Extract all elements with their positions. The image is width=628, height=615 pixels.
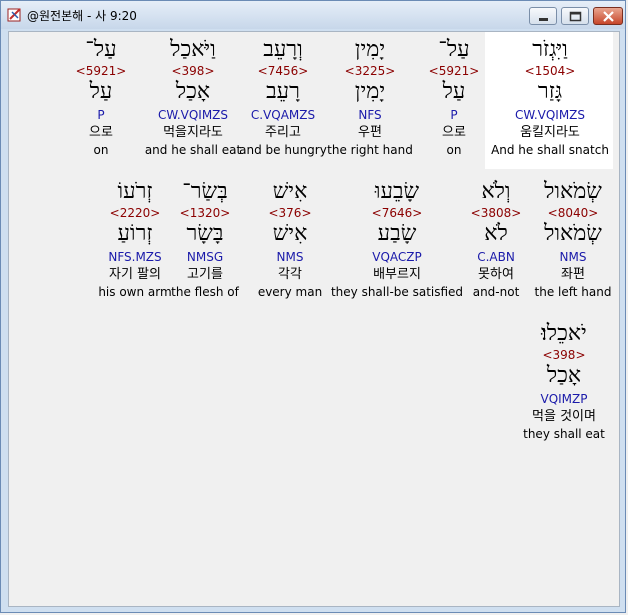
korean-gloss: 으로: [89, 125, 113, 140]
english-gloss: his own arm: [98, 285, 172, 299]
title-bar[interactable]: @원전본해 - 사 9:20: [1, 1, 625, 29]
english-gloss: on: [93, 143, 109, 157]
hebrew-word: זְרֹעוֹ: [117, 179, 153, 204]
minimize-icon: [539, 18, 548, 21]
morph-code: VQIMZP: [540, 392, 588, 406]
maximize-icon: [569, 11, 582, 22]
word-cell[interactable]: יֹאכֵלוּ׃ <398> אָכַל VQIMZP 먹을 것이며 they shal…: [494, 321, 619, 442]
lemma-word: אָכַל: [546, 363, 582, 388]
interlinear-panel[interactable]: וַיִּגְזֹר <1504> גָּזַר CW.VQIMZS 움킬지라도 And …: [8, 31, 620, 607]
english-gloss: they shall eat: [523, 427, 605, 441]
maximize-button[interactable]: [561, 7, 589, 25]
word-cell[interactable]: עַל־ <5921> עַל P 으로 on: [31, 37, 171, 158]
strong-number: <398>: [542, 348, 586, 362]
strong-number: <5921>: [75, 64, 127, 78]
lemma-word: זְרוֹעַ: [117, 221, 153, 246]
word-cell[interactable]: זְרֹעוֹ <2220> זְרוֹעַ NFS.MZS 자기 팔의 his own …: [65, 179, 205, 300]
korean-gloss: 자기 팔의: [109, 267, 161, 282]
minimize-button[interactable]: [529, 7, 557, 25]
app-window: @원전본해 - 사 9:20 וַיִּגְזֹר <1504> גָּזַר CW.…: [0, 0, 626, 613]
close-icon: [603, 11, 614, 22]
korean-gloss: 먹을 것이며: [532, 409, 596, 424]
morph-code: NFS.MZS: [108, 250, 162, 264]
morph-code: P: [97, 108, 105, 122]
window-title: @원전본해 - 사 9:20: [27, 9, 137, 23]
hebrew-word: עַל־: [85, 37, 117, 62]
strong-number: <2220>: [109, 206, 161, 220]
hebrew-word: יֹאכֵלוּ׃: [541, 321, 587, 346]
bible-app-icon: [7, 7, 23, 23]
lemma-word: עַל: [89, 79, 113, 104]
close-button[interactable]: [593, 7, 623, 25]
